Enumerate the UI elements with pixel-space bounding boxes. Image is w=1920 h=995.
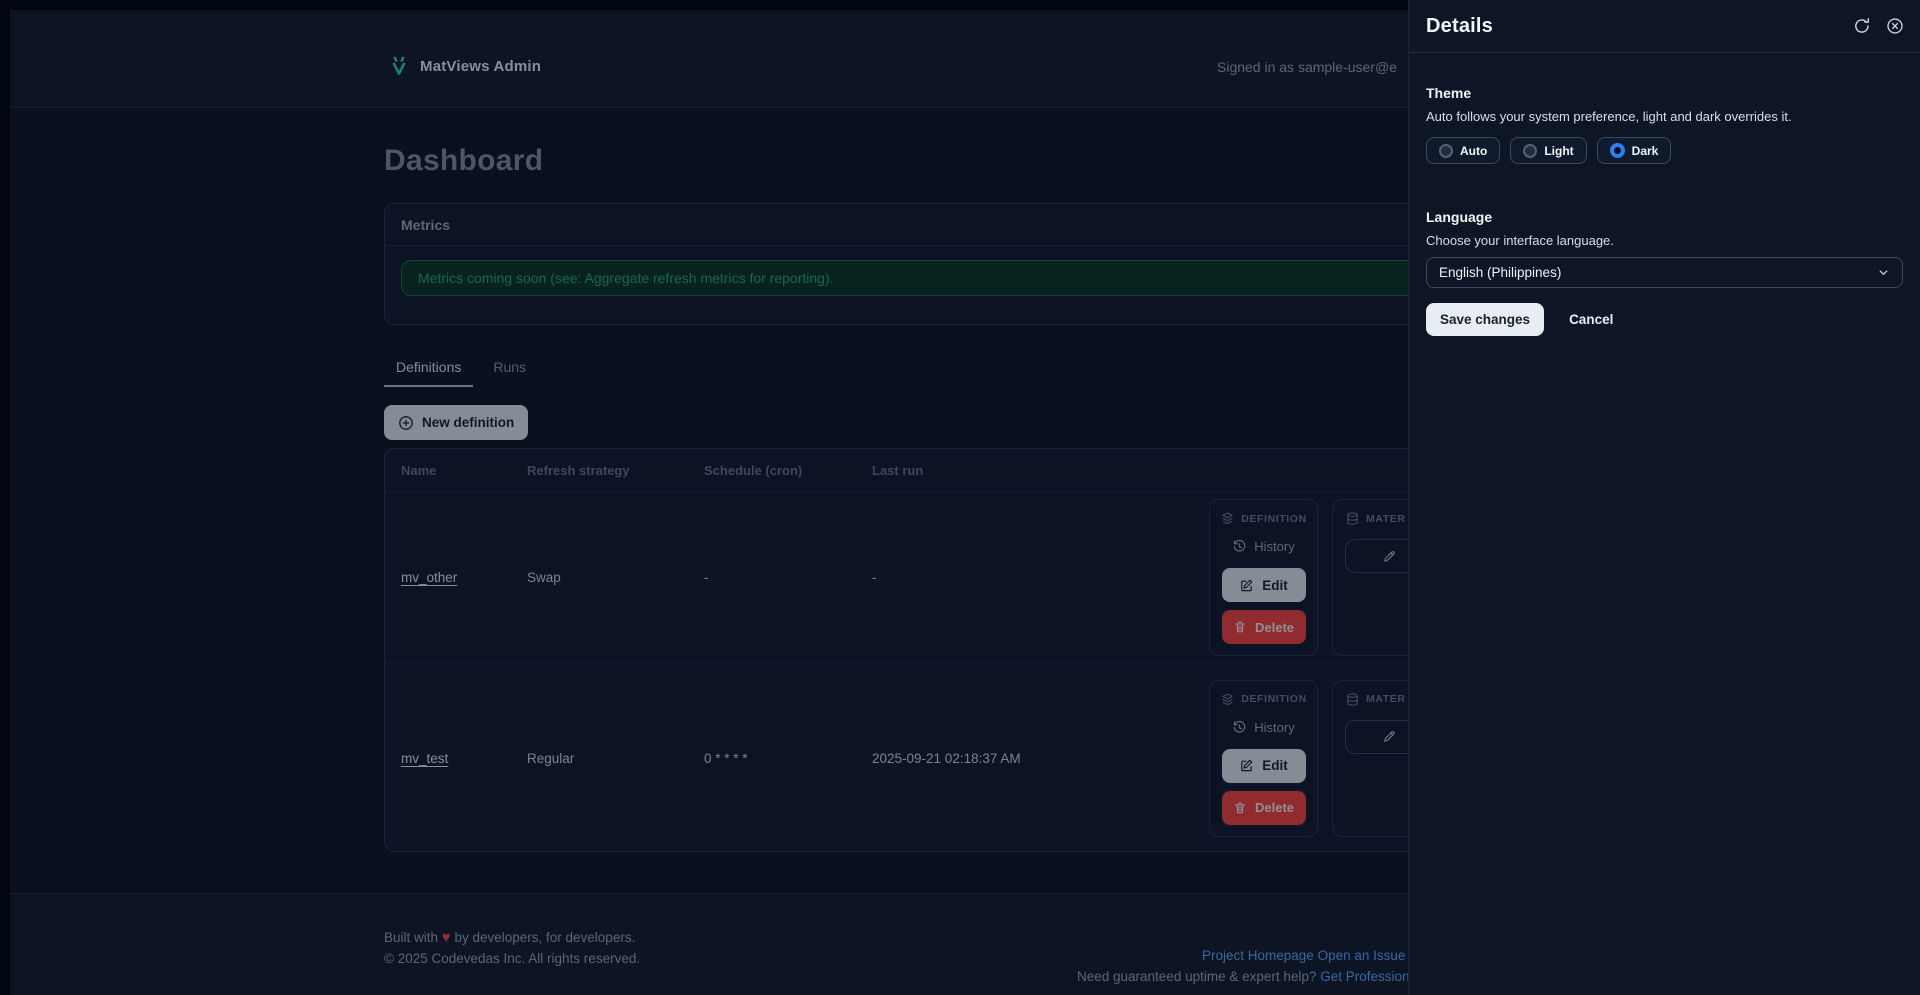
refresh-icon: [1853, 17, 1871, 35]
details-panel-header: Details: [1409, 0, 1920, 53]
radio-icon: [1523, 144, 1537, 158]
save-changes-button[interactable]: Save changes: [1426, 303, 1544, 336]
close-button[interactable]: [1886, 17, 1904, 35]
chevron-down-icon: [1877, 266, 1890, 279]
theme-option-light[interactable]: Light: [1510, 137, 1586, 164]
radio-selected-icon: [1610, 143, 1625, 158]
theme-option-dark[interactable]: Dark: [1597, 137, 1672, 164]
close-icon: [1886, 17, 1904, 35]
theme-options: Auto Light Dark: [1426, 137, 1902, 164]
panel-title: Details: [1426, 15, 1838, 38]
details-panel: Details Theme Auto follows your system p…: [1408, 0, 1920, 995]
language-select-value: English (Philippines): [1439, 265, 1877, 280]
theme-heading: Theme: [1426, 85, 1902, 101]
cancel-button[interactable]: Cancel: [1569, 312, 1613, 327]
theme-description: Auto follows your system preference, lig…: [1426, 109, 1902, 124]
theme-option-auto[interactable]: Auto: [1426, 137, 1500, 164]
language-select[interactable]: English (Philippines): [1426, 257, 1903, 288]
language-description: Choose your interface language.: [1426, 233, 1902, 248]
refresh-button[interactable]: [1853, 17, 1871, 35]
language-heading: Language: [1426, 209, 1902, 225]
radio-icon: [1439, 144, 1453, 158]
